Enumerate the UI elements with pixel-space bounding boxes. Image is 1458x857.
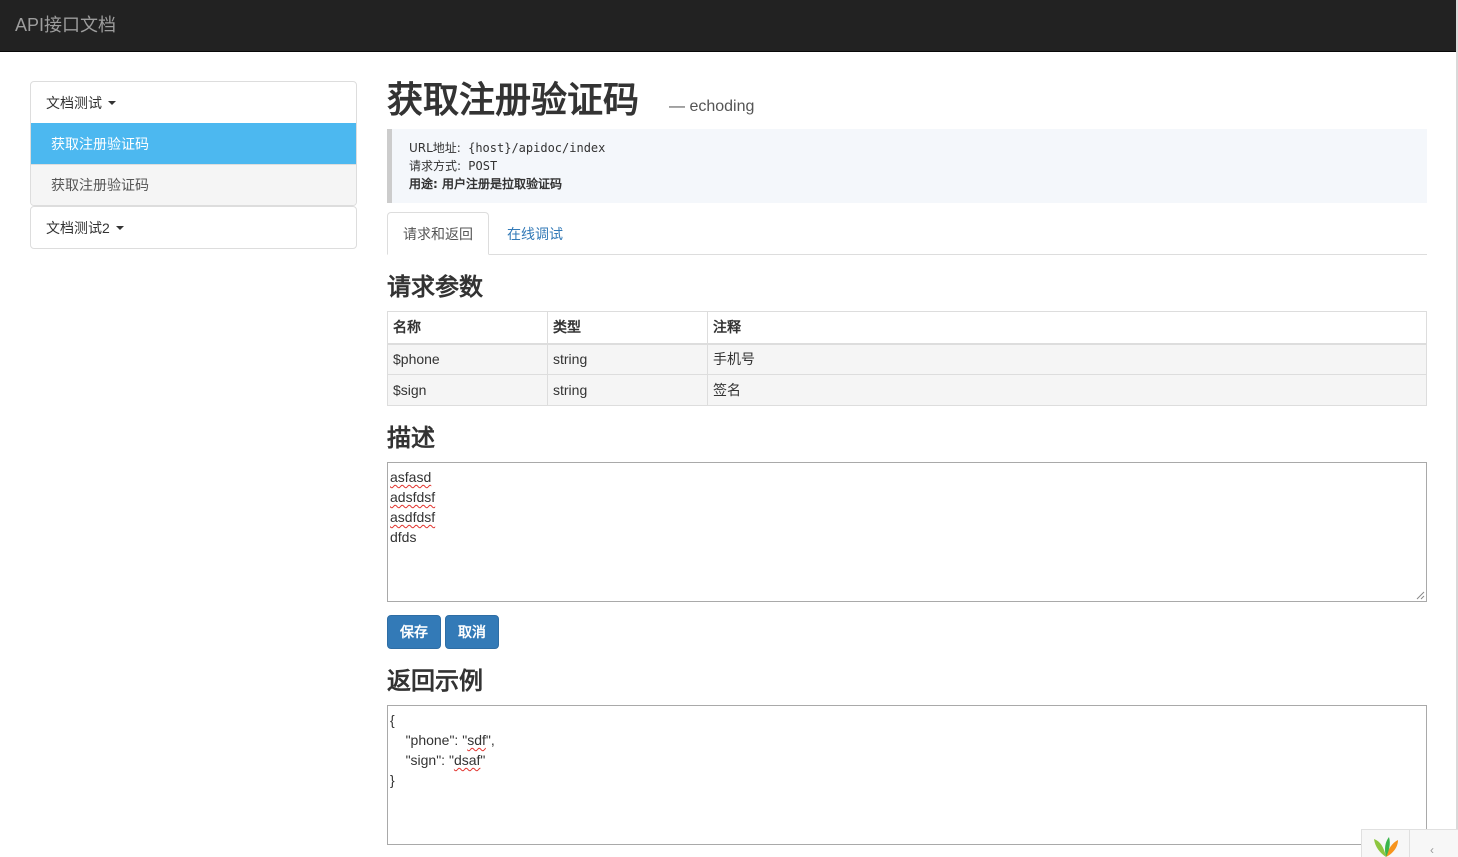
caret-down-icon xyxy=(115,225,124,230)
purpose-label: 用途: xyxy=(409,177,438,191)
page-title: 获取注册验证码 xyxy=(387,79,640,120)
method-value: POST xyxy=(468,159,498,173)
param-comment: 签名 xyxy=(707,374,1427,406)
leaf-logo-icon[interactable] xyxy=(1370,835,1402,857)
tab-online-debug[interactable]: 在线调试 xyxy=(492,212,578,255)
description-line: asdfdsf xyxy=(390,509,436,525)
param-type: string xyxy=(547,343,708,375)
description-heading: 描述 xyxy=(387,425,435,452)
table-header-row: 名称 类型 注释 xyxy=(387,311,1427,345)
json-value: sdf xyxy=(467,732,486,748)
sidebar-group-2-toggle[interactable]: 文档测试2 xyxy=(31,207,356,248)
json-value: dsaf xyxy=(453,752,481,768)
top-navbar: API接口文档 xyxy=(0,0,1457,52)
table-row: $phone string 手机号 xyxy=(387,343,1427,375)
param-name: $phone xyxy=(387,343,548,375)
example-line-phone: "phone": "sdf", xyxy=(390,730,1424,750)
param-type: string xyxy=(547,374,708,406)
params-table: 名称 类型 注释 $phone string 手机号 $sign string … xyxy=(387,311,1427,406)
tab-request-response[interactable]: 请求和返回 xyxy=(387,212,489,255)
column-header-comment: 注释 xyxy=(707,311,1427,345)
cancel-button[interactable]: 取消 xyxy=(445,615,499,649)
param-name: $sign xyxy=(387,374,548,406)
chevron-left-icon[interactable]: ‹ xyxy=(1430,844,1434,856)
url-line: URL地址: {host}/apidoc/index xyxy=(409,139,1427,157)
sidebar-group-1: 文档测试 获取注册验证码 获取注册验证码 xyxy=(30,81,357,206)
response-example-textarea[interactable]: { "phone": "sdf", "sign": "dsaf" } xyxy=(387,705,1427,845)
page-author: — echoding xyxy=(669,98,755,115)
description-line: asfasd xyxy=(390,469,432,485)
description-line: adsfdsf xyxy=(390,489,436,505)
column-header-name: 名称 xyxy=(387,311,548,345)
params-heading: 请求参数 xyxy=(387,274,483,301)
sidebar-group-1-title: 文档测试 xyxy=(46,94,102,111)
method-line: 请求方式: POST xyxy=(409,157,1427,175)
sidebar-group-2: 文档测试2 xyxy=(30,206,357,249)
sidebar-item-label: 获取注册验证码 xyxy=(51,136,149,152)
description-textarea[interactable]: asfasd adsfdsf asdfdsf dfds xyxy=(387,462,1427,602)
json-punct: ", xyxy=(485,732,495,748)
column-header-type: 类型 xyxy=(547,311,708,345)
description-line: dfds xyxy=(390,529,417,545)
example-open: { xyxy=(390,712,395,728)
param-comment: 手机号 xyxy=(707,343,1427,375)
example-line-sign: "sign": "dsaf" xyxy=(390,750,1424,770)
sidebar-group-1-toggle[interactable]: 文档测试 xyxy=(31,82,356,123)
resize-grip-icon[interactable] xyxy=(1415,590,1425,600)
purpose-value: 用户注册是拉取验证码 xyxy=(442,177,563,191)
json-punct: " xyxy=(480,752,486,768)
url-label: URL地址: xyxy=(409,141,461,155)
purpose-line: 用途: 用户注册是拉取验证码 xyxy=(409,175,1427,193)
json-key: "phone": " xyxy=(405,732,468,748)
method-label: 请求方式: xyxy=(409,159,462,173)
navbar-brand[interactable]: API接口文档 xyxy=(15,14,116,36)
toolbar-divider xyxy=(1409,830,1410,857)
caret-down-icon xyxy=(108,100,116,105)
json-key: "sign": " xyxy=(405,752,454,768)
table-row: $sign string 签名 xyxy=(387,374,1427,406)
sidebar-item[interactable]: 获取注册验证码 xyxy=(31,164,356,205)
debug-toolbar[interactable]: ‹ xyxy=(1361,829,1458,857)
sidebar-item-label: 获取注册验证码 xyxy=(51,177,149,193)
example-close: } xyxy=(390,772,395,788)
save-button[interactable]: 保存 xyxy=(387,615,441,649)
sidebar: 文档测试 获取注册验证码 获取注册验证码 文档测试2 xyxy=(30,81,357,249)
api-info-block: URL地址: {host}/apidoc/index 请求方式: POST 用途… xyxy=(387,129,1427,203)
example-heading: 返回示例 xyxy=(387,668,483,695)
sidebar-group-2-title: 文档测试2 xyxy=(46,219,110,236)
sidebar-item-active[interactable]: 获取注册验证码 xyxy=(31,123,356,164)
url-value: {host}/apidoc/index xyxy=(468,141,606,155)
tab-bar: 请求和返回 在线调试 xyxy=(387,212,1427,255)
